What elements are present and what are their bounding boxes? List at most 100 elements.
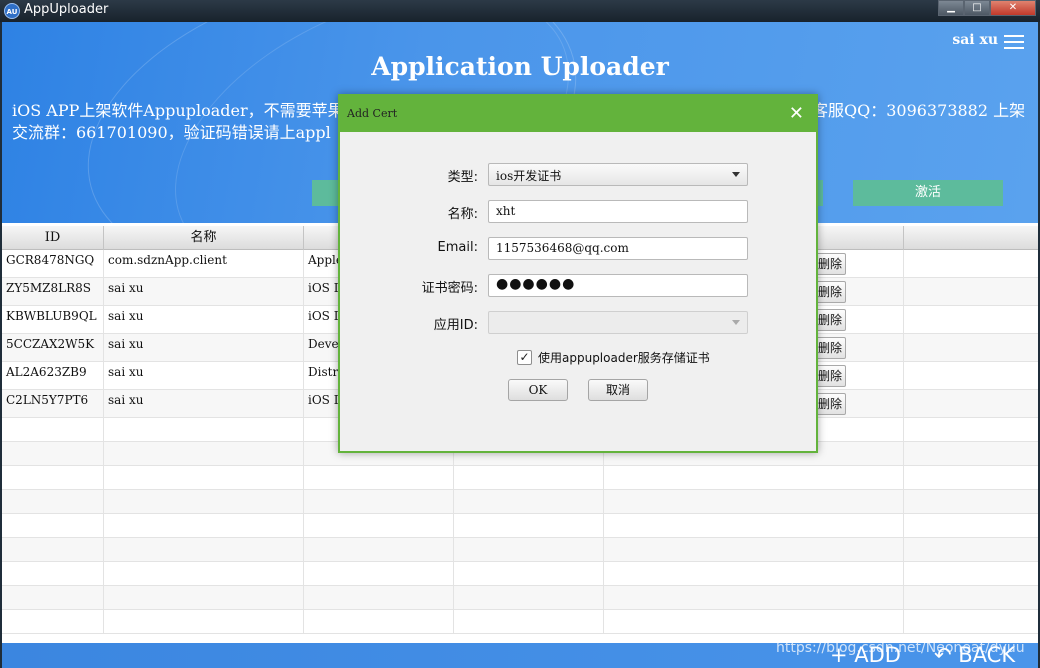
delete-button[interactable]: 删除 bbox=[814, 365, 846, 387]
cell-name: sai xu bbox=[104, 334, 304, 361]
cell-empty bbox=[304, 538, 454, 561]
window-controls: ▁ □ ✕ bbox=[938, 0, 1036, 16]
cell-empty bbox=[2, 466, 104, 489]
maximize-button[interactable]: □ bbox=[964, 0, 990, 16]
delete-button[interactable]: 删除 bbox=[814, 253, 846, 275]
cell-empty bbox=[104, 562, 304, 585]
notice-line-1-contact: 客服QQ：3096373882 上架 bbox=[812, 101, 1026, 120]
dialog-close-icon[interactable]: ✕ bbox=[789, 103, 804, 124]
appid-label: 应用ID: bbox=[433, 318, 478, 333]
cell-empty bbox=[604, 538, 904, 561]
empty-row bbox=[2, 562, 1038, 586]
activate-button[interactable]: 激活 bbox=[853, 180, 1003, 206]
delete-button[interactable]: 删除 bbox=[814, 281, 846, 303]
store-cert-checkbox[interactable]: ✓ bbox=[517, 350, 532, 365]
cell-empty bbox=[104, 490, 304, 513]
window-close-button[interactable]: ✕ bbox=[990, 0, 1036, 16]
cell-empty bbox=[304, 466, 454, 489]
cell-empty bbox=[304, 610, 454, 633]
empty-row bbox=[2, 490, 1038, 514]
cell-empty bbox=[454, 514, 604, 537]
minimize-button[interactable]: ▁ bbox=[938, 0, 964, 16]
email-label: Email: bbox=[437, 240, 478, 255]
cell-empty bbox=[454, 490, 604, 513]
name-field[interactable]: xht bbox=[488, 200, 748, 223]
app-title: Application Uploader bbox=[371, 52, 669, 81]
cancel-button[interactable]: 取消 bbox=[588, 379, 648, 401]
user-name[interactable]: sai xu bbox=[952, 32, 998, 48]
cell-empty bbox=[104, 514, 304, 537]
cell-empty bbox=[454, 610, 604, 633]
delete-button[interactable]: 删除 bbox=[814, 337, 846, 359]
name-label: 名称: bbox=[447, 207, 478, 222]
chevron-down-icon bbox=[732, 320, 740, 325]
dialog-title: Add Cert bbox=[347, 107, 398, 120]
app-logo-icon: AU bbox=[4, 3, 20, 19]
cell-empty bbox=[2, 586, 104, 609]
cell-id: AL2A623ZB9 bbox=[2, 362, 104, 389]
cell-empty bbox=[604, 490, 904, 513]
cell-empty bbox=[604, 610, 904, 633]
hamburger-menu-icon[interactable] bbox=[1004, 35, 1024, 49]
cell-empty bbox=[2, 538, 104, 561]
type-select-value: ios开发证书 bbox=[496, 169, 562, 183]
cell-id: GCR8478NGQ bbox=[2, 250, 104, 277]
cell-empty bbox=[104, 466, 304, 489]
cell-empty bbox=[304, 514, 454, 537]
email-field[interactable]: 1157536468@qq.com bbox=[488, 237, 748, 260]
store-cert-option[interactable]: ✓ 使用appuploader服务存储证书 bbox=[517, 349, 710, 366]
cell-empty bbox=[104, 538, 304, 561]
notice-line-1: iOS APP上架软件Appuploader，不需要苹果 bbox=[12, 101, 344, 120]
cell-empty bbox=[2, 442, 104, 465]
empty-row bbox=[2, 466, 1038, 490]
store-cert-label[interactable]: 使用appuploader服务存储证书 bbox=[538, 349, 710, 366]
cell-empty bbox=[104, 610, 304, 633]
cell-empty bbox=[304, 562, 454, 585]
password-field[interactable]: ●●●●●● bbox=[488, 274, 748, 297]
appid-select[interactable] bbox=[488, 311, 748, 334]
cell-empty bbox=[604, 586, 904, 609]
type-label: 类型: bbox=[447, 170, 478, 185]
cell-name: sai xu bbox=[104, 278, 304, 305]
cell-empty bbox=[454, 466, 604, 489]
watermark: https://blog.csdn.net/Neoneat/dyuu bbox=[776, 640, 1025, 656]
column-header-name[interactable]: 名称 bbox=[104, 226, 304, 250]
cell-id: C2LN5Y7PT6 bbox=[2, 390, 104, 417]
cell-empty bbox=[104, 418, 304, 441]
cell-empty bbox=[454, 538, 604, 561]
header-action-button-edge[interactable] bbox=[818, 180, 823, 206]
cell-empty bbox=[604, 562, 904, 585]
cell-name: sai xu bbox=[104, 362, 304, 389]
ok-button[interactable]: OK bbox=[508, 379, 568, 401]
cell-empty bbox=[304, 490, 454, 513]
cell-empty bbox=[454, 586, 604, 609]
empty-row bbox=[2, 514, 1038, 538]
delete-button[interactable]: 删除 bbox=[814, 309, 846, 331]
cell-empty bbox=[304, 586, 454, 609]
cell-id: KBWBLUB9QL bbox=[2, 306, 104, 333]
cell-empty bbox=[104, 442, 304, 465]
column-header-6 bbox=[904, 226, 1038, 250]
cell-id: ZY5MZ8LR8S bbox=[2, 278, 104, 305]
empty-row bbox=[2, 586, 1038, 610]
cell-id: 5CCZAX2W5K bbox=[2, 334, 104, 361]
cell-empty bbox=[2, 610, 104, 633]
window-titlebar: AU AppUploader ▁ □ ✕ bbox=[0, 0, 1040, 22]
type-select[interactable]: ios开发证书 bbox=[488, 163, 748, 186]
delete-button[interactable]: 删除 bbox=[814, 393, 846, 415]
cell-empty bbox=[104, 586, 304, 609]
cell-empty bbox=[604, 466, 904, 489]
chevron-down-icon bbox=[732, 172, 740, 177]
cell-empty bbox=[2, 514, 104, 537]
cell-empty bbox=[604, 514, 904, 537]
add-cert-dialog: Add Cert ✕ 类型: ios开发证书 名称: xht Email: 11… bbox=[338, 94, 818, 453]
dialog-titlebar: Add Cert ✕ bbox=[340, 96, 816, 132]
empty-row bbox=[2, 610, 1038, 634]
cell-empty bbox=[2, 490, 104, 513]
cell-name: sai xu bbox=[104, 390, 304, 417]
column-header-id[interactable]: ID bbox=[2, 226, 104, 250]
cell-name: com.sdznApp.client bbox=[104, 250, 304, 277]
window-title: AppUploader bbox=[24, 2, 109, 17]
cell-empty bbox=[2, 418, 104, 441]
empty-row bbox=[2, 538, 1038, 562]
